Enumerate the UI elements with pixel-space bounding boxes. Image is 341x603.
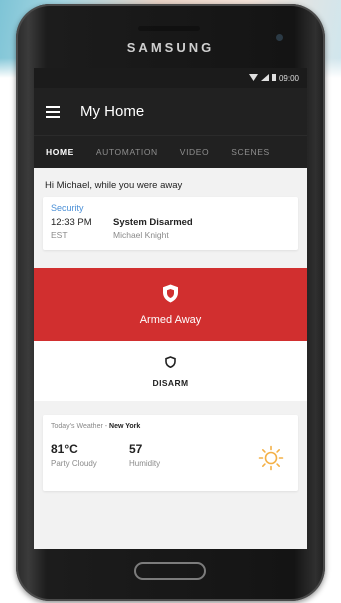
hamburger-menu-icon[interactable] (46, 105, 60, 118)
tab-bar: HOME AUTOMATION VIDEO SCENES (34, 135, 307, 168)
tab-video[interactable]: VIDEO (180, 147, 209, 157)
weather-heading: Today's Weather - New York (51, 423, 290, 430)
humidity-value: 57 (129, 442, 143, 456)
device-brand: SAMSUNG (126, 40, 215, 55)
weather-prefix: Today's Weather - (51, 423, 110, 430)
greeting-text: Hi Michael, while you were away (45, 180, 183, 191)
shield-outline-icon (165, 355, 176, 373)
event-time: 12:33 PM (51, 217, 92, 228)
weather-location: New York (109, 423, 141, 430)
status-time: 09:00 (278, 73, 299, 83)
security-event-card[interactable]: Security 12:33 PM EST System Disarmed Mi… (43, 197, 298, 250)
status-bar: 09:00 (34, 68, 307, 88)
disarm-button[interactable]: DISARM (34, 341, 307, 401)
home-content: Hi Michael, while you were away Security… (34, 168, 307, 491)
tab-home[interactable]: HOME (46, 147, 74, 157)
earpiece (138, 26, 200, 31)
sun-icon (258, 445, 284, 476)
temperature-value: 81°C (51, 442, 78, 456)
wifi-icon (248, 73, 258, 83)
tab-automation[interactable]: AUTOMATION (96, 147, 158, 157)
app-bar: My Home (34, 88, 307, 135)
weather-card[interactable]: Today's Weather - New York 81°C Party Cl… (43, 415, 298, 491)
armed-away-panel: Armed Away (34, 268, 307, 341)
disarm-label: DISARM (152, 377, 189, 388)
home-button[interactable] (134, 562, 206, 580)
app-title: My Home (80, 103, 145, 120)
security-heading: Security (51, 203, 84, 213)
tab-scenes[interactable]: SCENES (231, 147, 270, 157)
battery-icon (271, 73, 276, 83)
weather-condition: Party Cloudy (51, 459, 97, 468)
alarm-state-label: Armed Away (139, 313, 202, 326)
shield-icon (162, 284, 179, 308)
event-status: System Disarmed (113, 217, 193, 228)
event-user: Michael Knight (113, 230, 169, 240)
phone-device: SAMSUNG 09:00 My Home HOME AUTOMATION VI… (16, 4, 325, 601)
signal-icon (260, 73, 269, 83)
humidity-label: Humidity (129, 459, 161, 468)
phone-screen: 09:00 My Home HOME AUTOMATION VIDEO SCEN… (34, 68, 307, 549)
event-timezone: EST (51, 230, 68, 240)
